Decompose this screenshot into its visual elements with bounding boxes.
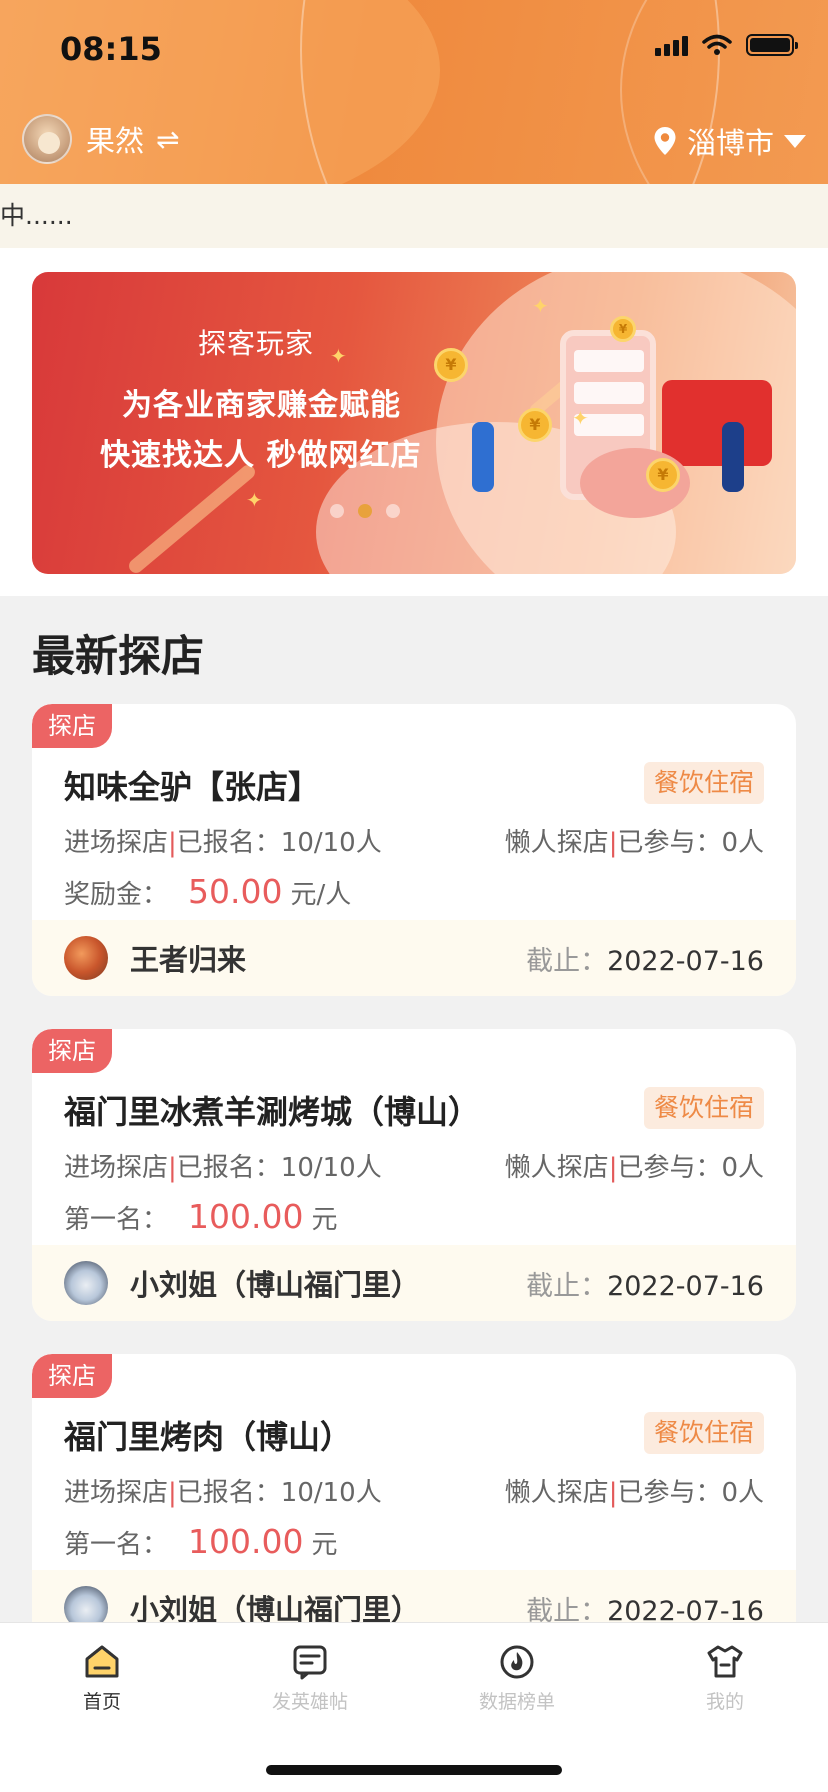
user-switcher[interactable]: 果然 ⇌ xyxy=(22,114,179,164)
banner-headline: 为各业商家赚金赋能 xyxy=(122,388,401,423)
ranking-icon xyxy=(500,1645,534,1679)
lazy-stat: 懒人探店|已参与：0人 xyxy=(504,1153,764,1183)
card-reward: 第一名： 100.00 元 xyxy=(64,1522,338,1561)
username: 果然 xyxy=(86,124,145,158)
card-stats: 进场探店|已报名：10/10人 懒人探店|已参与：0人 xyxy=(64,1147,764,1184)
enroll-stat: 进场探店|已报名：10/10人 xyxy=(64,1478,382,1508)
avatar xyxy=(64,1261,108,1305)
shop-card[interactable]: 探店 福门里烤肉（博山） 餐饮住宿 进场探店|已报名：10/10人 懒人探店|已… xyxy=(32,1354,796,1646)
deadline: 截止：2022-07-16 xyxy=(526,945,764,977)
tab-post[interactable]: 发英雄帖 xyxy=(230,1641,390,1714)
avatar xyxy=(64,936,108,980)
tab-home[interactable]: 首页 xyxy=(22,1641,182,1714)
coin-icon: ¥ xyxy=(434,348,468,382)
sparkle-icon: ✦ xyxy=(246,488,263,512)
status-icons xyxy=(655,34,798,56)
reward-amount: 100.00 xyxy=(188,1197,304,1236)
card-tag: 探店 xyxy=(32,1354,112,1398)
publisher-name: 王者归来 xyxy=(130,943,247,977)
status-time: 08:15 xyxy=(60,30,162,68)
reward-label: 奖励金： xyxy=(64,880,169,910)
deadline: 截止：2022-07-16 xyxy=(526,1270,764,1302)
signal-icon xyxy=(655,34,688,56)
card-tag: 探店 xyxy=(32,704,112,748)
category-badge: 餐饮住宿 xyxy=(643,1412,764,1454)
card-footer: 小刘姐（博山福门里） 截止：2022-07-16 xyxy=(32,1245,796,1321)
card-reward: 奖励金： 50.00 元/人 xyxy=(64,872,351,911)
coin-icon: ¥ xyxy=(646,458,680,492)
top-header: 08:15 果然 ⇌ 淄博市 xyxy=(0,0,828,184)
card-stats: 进场探店|已报名：10/10人 懒人探店|已参与：0人 xyxy=(64,822,764,859)
sparkle-icon: ✦ xyxy=(572,406,589,430)
card-title: 福门里烤肉（博山） xyxy=(64,1418,353,1456)
promo-banner[interactable]: 探客玩家 为各业商家赚金赋能 快速找达人 秒做网红店 ¥ ¥ ¥ ¥ ✦ ✦ ✦… xyxy=(32,272,796,574)
reward-label: 第一名： xyxy=(64,1530,169,1560)
coin-icon: ¥ xyxy=(610,316,636,342)
banner-pagination xyxy=(330,504,400,518)
home-indicator xyxy=(266,1765,562,1775)
wallet-illustration xyxy=(662,380,772,466)
banner-brand: 探客玩家 xyxy=(198,327,315,360)
reward-unit: 元 xyxy=(311,1530,338,1560)
reward-unit: 元/人 xyxy=(290,880,352,910)
shop-card[interactable]: 探店 福门里冰煮羊涮烤城（博山） 餐饮住宿 进场探店|已报名：10/10人 懒人… xyxy=(32,1029,796,1321)
person-illustration xyxy=(722,422,744,492)
tab-label: 首页 xyxy=(82,1691,121,1713)
reward-label: 第一名： xyxy=(64,1205,169,1235)
sparkle-icon: ✦ xyxy=(330,344,347,368)
pagination-dot[interactable] xyxy=(386,504,400,518)
enroll-stat: 进场探店|已报名：10/10人 xyxy=(64,1153,382,1183)
banner-section: 探客玩家 为各业商家赚金赋能 快速找达人 秒做网红店 ¥ ¥ ¥ ¥ ✦ ✦ ✦… xyxy=(0,248,828,596)
enroll-stat: 进场探店|已报名：10/10人 xyxy=(64,828,382,858)
category-badge: 餐饮住宿 xyxy=(643,762,764,804)
city-name: 淄博市 xyxy=(686,126,774,160)
reward-amount: 50.00 xyxy=(188,872,283,911)
tab-label: 我的 xyxy=(705,1691,744,1713)
sparkle-icon: ✦ xyxy=(532,294,549,318)
lazy-stat: 懒人探店|已参与：0人 xyxy=(504,1478,764,1508)
coin-icon: ¥ xyxy=(518,408,552,442)
post-icon xyxy=(293,1645,327,1680)
banner-decoration xyxy=(126,462,258,574)
shop-card[interactable]: 探店 知味全驴【张店】 餐饮住宿 进场探店|已报名：10/10人 懒人探店|已参… xyxy=(32,704,796,996)
category-badge: 餐饮住宿 xyxy=(643,1087,764,1129)
location-pin-icon xyxy=(654,127,676,155)
card-title: 知味全驴【张店】 xyxy=(64,768,321,806)
lazy-stat: 懒人探店|已参与：0人 xyxy=(504,828,764,858)
chevron-down-icon xyxy=(784,134,806,148)
notice-bar[interactable]: 中...... xyxy=(0,184,828,248)
tab-profile[interactable]: 我的 xyxy=(645,1641,805,1714)
card-footer: 王者归来 截止：2022-07-16 xyxy=(32,920,796,996)
swap-icon[interactable]: ⇌ xyxy=(156,123,179,156)
bottom-tab-bar: 首页 发英雄帖 数据榜单 我的 xyxy=(0,1622,828,1792)
wifi-icon xyxy=(702,34,732,55)
tab-ranking[interactable]: 数据榜单 xyxy=(437,1641,597,1714)
person-illustration xyxy=(472,422,494,492)
battery-icon xyxy=(746,34,798,56)
reward-unit: 元 xyxy=(311,1205,338,1235)
banner-subheadline: 快速找达人 秒做网红店 xyxy=(100,438,422,473)
card-title: 福门里冰煮羊涮烤城（博山） xyxy=(64,1093,481,1131)
section-title: 最新探店 xyxy=(32,632,204,682)
pagination-dot-active[interactable] xyxy=(358,504,372,518)
tab-label: 发英雄帖 xyxy=(271,1691,348,1713)
tab-label: 数据榜单 xyxy=(478,1691,555,1713)
pagination-dot[interactable] xyxy=(330,504,344,518)
home-icon xyxy=(85,1645,119,1678)
reward-amount: 100.00 xyxy=(188,1522,304,1561)
avatar[interactable] xyxy=(22,114,72,164)
city-selector[interactable]: 淄博市 xyxy=(653,120,806,162)
card-stats: 进场探店|已报名：10/10人 懒人探店|已参与：0人 xyxy=(64,1472,764,1509)
card-tag: 探店 xyxy=(32,1029,112,1073)
publisher-name: 小刘姐（博山福门里） xyxy=(130,1268,421,1302)
card-reward: 第一名： 100.00 元 xyxy=(64,1197,338,1236)
profile-icon xyxy=(707,1645,743,1678)
